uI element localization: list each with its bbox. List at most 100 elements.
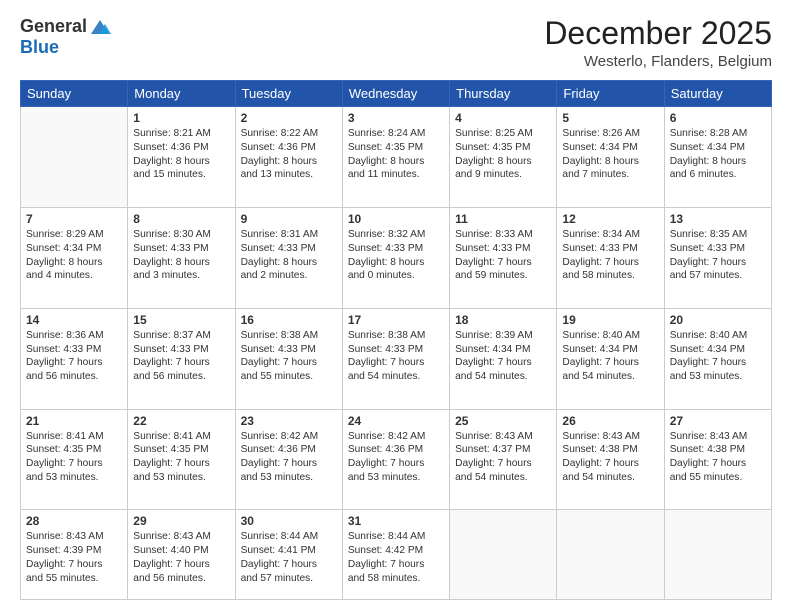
table-row: 15 Sunrise: 8:37 AM Sunset: 4:33 PM Dayli… [128,308,235,409]
day-number: 8 [133,212,229,226]
day-info: Sunrise: 8:28 AM Sunset: 4:34 PM Dayligh… [670,127,766,182]
table-row: 11 Sunrise: 8:33 AM Sunset: 4:33 PM Dayli… [450,207,557,308]
day-number: 5 [562,111,658,125]
day-number: 1 [133,111,229,125]
table-row: 14Sunrise: 8:36 AM Sunset: 4:33 PM Dayli… [21,308,128,409]
day-number: 7 [26,212,122,226]
day-info: Sunrise: 8:40 AM Sunset: 4:34 PM Dayligh… [670,329,766,384]
day-info: Sunrise: 8:33 AM Sunset: 4:33 PM Dayligh… [455,228,551,283]
day-info: Sunrise: 8:29 AM Sunset: 4:34 PM Dayligh… [26,228,122,283]
day-info: Sunrise: 8:31 AM Sunset: 4:33 PM Dayligh… [241,228,337,283]
table-row: 2 Sunrise: 8:22 AM Sunset: 4:36 PM Daylig… [235,107,342,208]
day-info: Sunrise: 8:44 AM Sunset: 4:41 PM Dayligh… [241,530,337,585]
table-row [557,510,664,600]
table-row: 4 Sunrise: 8:25 AM Sunset: 4:35 PM Daylig… [450,107,557,208]
day-info: Sunrise: 8:37 AM Sunset: 4:33 PM Dayligh… [133,329,229,384]
col-saturday: Saturday [664,81,771,107]
table-row: 24 Sunrise: 8:42 AM Sunset: 4:36 PM Dayli… [342,409,449,510]
day-info: Sunrise: 8:41 AM Sunset: 4:35 PM Dayligh… [26,430,122,485]
table-row: 30 Sunrise: 8:44 AM Sunset: 4:41 PM Dayli… [235,510,342,600]
day-number: 15 [133,313,229,327]
table-row: 16Sunrise: 8:38 AM Sunset: 4:33 PM Dayli… [235,308,342,409]
logo-icon [89,16,111,38]
table-row: 23Sunrise: 8:42 AM Sunset: 4:36 PM Dayli… [235,409,342,510]
day-number: 4 [455,111,551,125]
day-number: 3 [348,111,444,125]
day-number: 11 [455,212,551,226]
day-number: 17 [348,313,444,327]
location: Westerlo, Flanders, Belgium [544,53,772,70]
day-number: 9 [241,212,337,226]
day-number: 2 [241,111,337,125]
col-tuesday: Tuesday [235,81,342,107]
day-number: 31 [348,514,444,528]
logo-blue-text: Blue [20,37,59,57]
col-sunday: Sunday [21,81,128,107]
day-number: 25 [455,414,551,428]
calendar-week-row: 7 Sunrise: 8:29 AM Sunset: 4:34 PM Daylig… [21,207,772,308]
table-row: 22 Sunrise: 8:41 AM Sunset: 4:35 PM Dayli… [128,409,235,510]
day-info: Sunrise: 8:36 AM Sunset: 4:33 PM Dayligh… [26,329,122,384]
day-number: 10 [348,212,444,226]
table-row: 31 Sunrise: 8:44 AM Sunset: 4:42 PM Dayli… [342,510,449,600]
table-row: 7 Sunrise: 8:29 AM Sunset: 4:34 PM Daylig… [21,207,128,308]
table-row: 28 Sunrise: 8:43 AM Sunset: 4:39 PM Dayli… [21,510,128,600]
day-info: Sunrise: 8:43 AM Sunset: 4:38 PM Dayligh… [562,430,658,485]
day-number: 13 [670,212,766,226]
day-info: Sunrise: 8:35 AM Sunset: 4:33 PM Dayligh… [670,228,766,283]
day-info: Sunrise: 8:25 AM Sunset: 4:35 PM Dayligh… [455,127,551,182]
table-row: 13 Sunrise: 8:35 AM Sunset: 4:33 PM Dayli… [664,207,771,308]
day-number: 22 [133,414,229,428]
table-row [450,510,557,600]
day-number: 20 [670,313,766,327]
day-number: 27 [670,414,766,428]
day-info: Sunrise: 8:38 AM Sunset: 4:33 PM Dayligh… [241,329,337,384]
calendar-week-row: 21 Sunrise: 8:41 AM Sunset: 4:35 PM Dayli… [21,409,772,510]
day-info: Sunrise: 8:38 AM Sunset: 4:33 PM Dayligh… [348,329,444,384]
day-info: Sunrise: 8:39 AM Sunset: 4:34 PM Dayligh… [455,329,551,384]
day-info: Sunrise: 8:42 AM Sunset: 4:36 PM Dayligh… [348,430,444,485]
table-row: 26 Sunrise: 8:43 AM Sunset: 4:38 PM Dayli… [557,409,664,510]
col-friday: Friday [557,81,664,107]
table-row: 1 Sunrise: 8:21 AM Sunset: 4:36 PM Daylig… [128,107,235,208]
day-info: Sunrise: 8:21 AM Sunset: 4:36 PM Dayligh… [133,127,229,182]
day-info: Sunrise: 8:44 AM Sunset: 4:42 PM Dayligh… [348,530,444,585]
day-number: 21 [26,414,122,428]
calendar-week-row: 14Sunrise: 8:36 AM Sunset: 4:33 PM Dayli… [21,308,772,409]
day-info: Sunrise: 8:32 AM Sunset: 4:33 PM Dayligh… [348,228,444,283]
table-row: 25Sunrise: 8:43 AM Sunset: 4:37 PM Dayli… [450,409,557,510]
day-info: Sunrise: 8:43 AM Sunset: 4:38 PM Dayligh… [670,430,766,485]
table-row: 18 Sunrise: 8:39 AM Sunset: 4:34 PM Dayli… [450,308,557,409]
col-thursday: Thursday [450,81,557,107]
page: General Blue December 2025 Westerlo, Fla… [0,0,792,612]
table-row [664,510,771,600]
table-row: 10 Sunrise: 8:32 AM Sunset: 4:33 PM Dayli… [342,207,449,308]
day-info: Sunrise: 8:34 AM Sunset: 4:33 PM Dayligh… [562,228,658,283]
day-number: 26 [562,414,658,428]
day-info: Sunrise: 8:26 AM Sunset: 4:34 PM Dayligh… [562,127,658,182]
day-number: 28 [26,514,122,528]
day-info: Sunrise: 8:43 AM Sunset: 4:40 PM Dayligh… [133,530,229,585]
table-row: 29 Sunrise: 8:43 AM Sunset: 4:40 PM Dayli… [128,510,235,600]
table-row: 8Sunrise: 8:30 AM Sunset: 4:33 PM Daylig… [128,207,235,308]
day-number: 19 [562,313,658,327]
logo-general-text: General [20,17,87,37]
day-info: Sunrise: 8:43 AM Sunset: 4:39 PM Dayligh… [26,530,122,585]
day-info: Sunrise: 8:40 AM Sunset: 4:34 PM Dayligh… [562,329,658,384]
table-row: 5 Sunrise: 8:26 AM Sunset: 4:34 PM Daylig… [557,107,664,208]
day-number: 30 [241,514,337,528]
table-row: 6Sunrise: 8:28 AM Sunset: 4:34 PM Daylig… [664,107,771,208]
day-info: Sunrise: 8:41 AM Sunset: 4:35 PM Dayligh… [133,430,229,485]
col-wednesday: Wednesday [342,81,449,107]
day-number: 24 [348,414,444,428]
calendar-table: Sunday Monday Tuesday Wednesday Thursday… [20,80,772,600]
table-row: 3 Sunrise: 8:24 AM Sunset: 4:35 PM Daylig… [342,107,449,208]
day-number: 29 [133,514,229,528]
day-number: 23 [241,414,337,428]
day-number: 18 [455,313,551,327]
day-info: Sunrise: 8:22 AM Sunset: 4:36 PM Dayligh… [241,127,337,182]
day-info: Sunrise: 8:24 AM Sunset: 4:35 PM Dayligh… [348,127,444,182]
calendar-week-row: 1 Sunrise: 8:21 AM Sunset: 4:36 PM Daylig… [21,107,772,208]
calendar-week-row: 28 Sunrise: 8:43 AM Sunset: 4:39 PM Dayli… [21,510,772,600]
table-row [21,107,128,208]
